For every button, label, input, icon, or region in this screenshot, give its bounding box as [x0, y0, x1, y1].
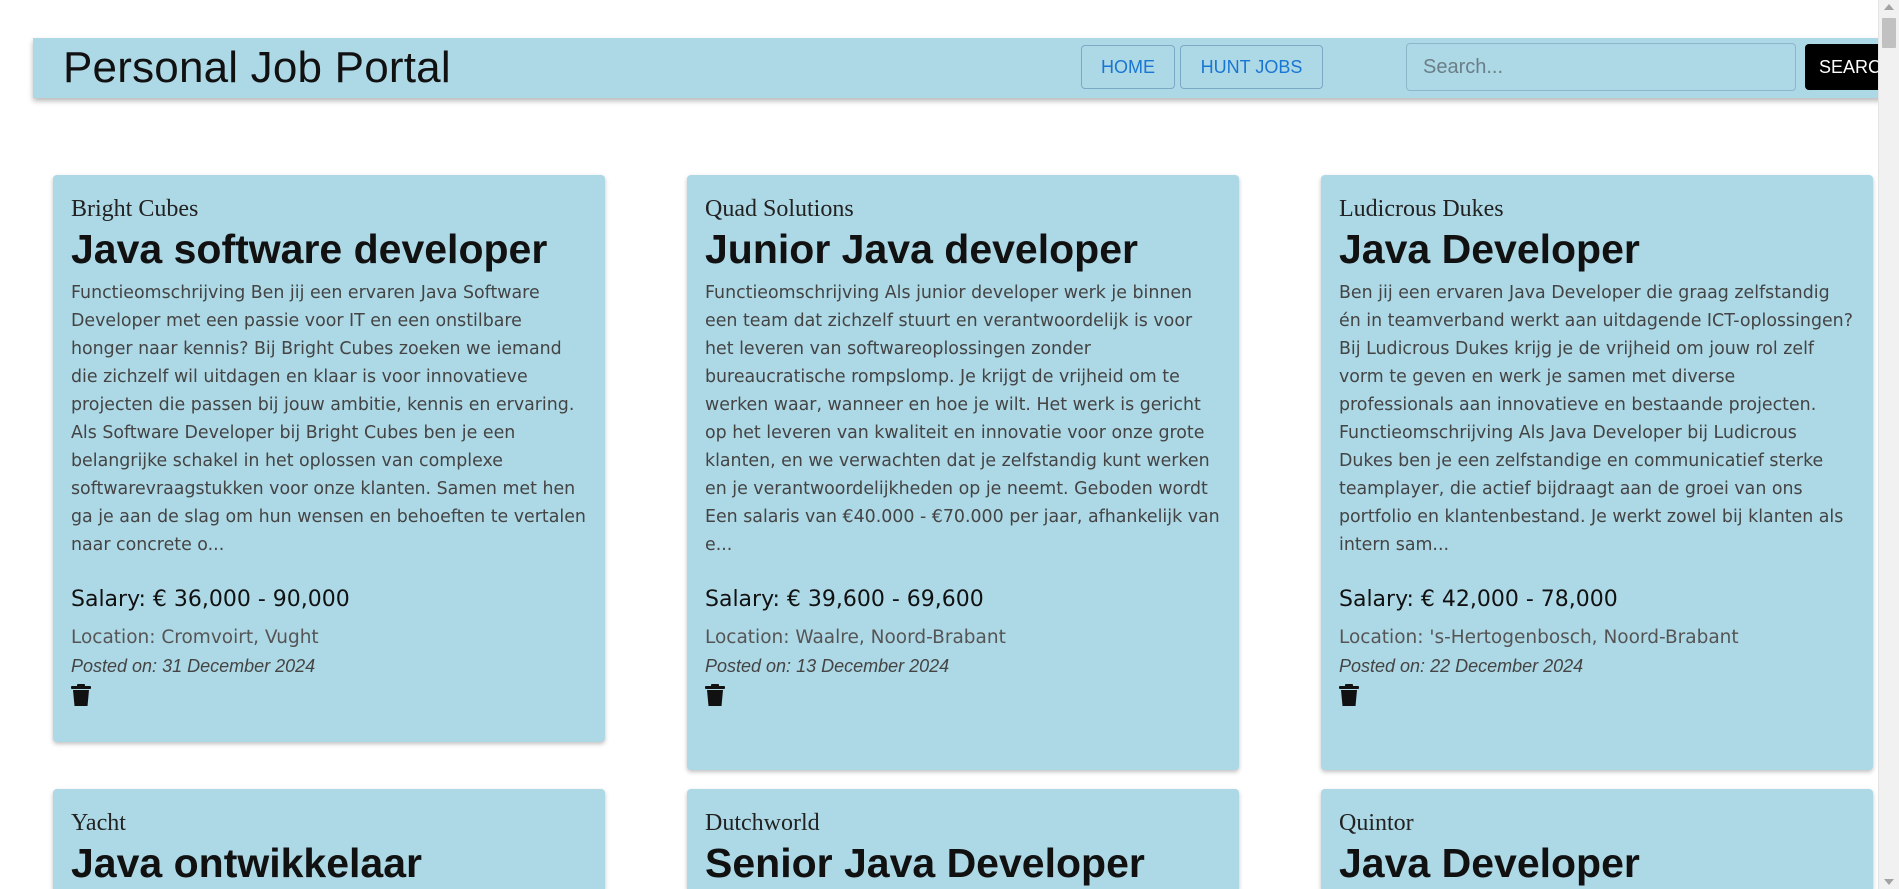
navbar: Personal Job Portal HOME HUNT JOBS Searc… — [33, 38, 1895, 98]
job-title: Senior Java Developer — [705, 840, 1145, 886]
job-salary: Salary: € 42,000 - 78,000 — [1339, 587, 1618, 612]
job-description: Ben jij een ervaren Java Developer die g… — [1339, 283, 1853, 555]
job-title: Java Developer — [1339, 226, 1640, 272]
trash-icon[interactable] — [71, 683, 91, 707]
company-name: Quad Solutions — [705, 196, 854, 222]
scrollbar-thumb[interactable] — [1882, 18, 1896, 48]
company-name: Quintor — [1339, 810, 1414, 836]
job-location: Location: Cromvoirt, Vught — [71, 627, 319, 648]
job-card: Yacht Java ontwikkelaar — [53, 789, 605, 889]
company-name: Ludicrous Dukes — [1339, 196, 1504, 222]
job-card: Bright Cubes Java software developer Fun… — [53, 175, 605, 742]
scroll-down-arrow-icon[interactable] — [1884, 879, 1894, 885]
job-description: Functieomschrijving Als junior developer… — [705, 283, 1220, 555]
company-name: Yacht — [71, 810, 126, 836]
company-name: Bright Cubes — [71, 196, 199, 222]
job-location: Location: Waalre, Noord-Brabant — [705, 627, 1006, 648]
job-salary: Salary: € 39,600 - 69,600 — [705, 587, 984, 612]
nav-hunt-jobs-button[interactable]: HUNT JOBS — [1180, 45, 1323, 89]
trash-icon[interactable] — [1339, 683, 1359, 707]
job-posted-date: Posted on: 31 December 2024 — [71, 656, 316, 676]
scroll-up-arrow-icon[interactable] — [1884, 4, 1894, 10]
job-card: Quintor Java Developer — [1321, 789, 1873, 889]
job-salary: Salary: € 36,000 - 90,000 — [71, 587, 350, 612]
job-card: Dutchworld Senior Java Developer — [687, 789, 1239, 889]
job-description: Functieomschrijving Ben jij een ervaren … — [71, 283, 586, 555]
job-posted-date: Posted on: 13 December 2024 — [705, 656, 950, 676]
job-card: Ludicrous Dukes Java Developer Ben jij e… — [1321, 175, 1873, 770]
brand-title[interactable]: Personal Job Portal — [63, 42, 451, 94]
job-title: Java ontwikkelaar — [71, 840, 422, 886]
job-title: Java Developer — [1339, 840, 1640, 886]
trash-icon[interactable] — [705, 683, 725, 707]
page-scrollbar[interactable] — [1878, 0, 1899, 889]
search-input[interactable] — [1406, 43, 1796, 91]
job-title: Junior Java developer — [705, 226, 1138, 272]
company-name: Dutchworld — [705, 810, 820, 836]
job-card: Quad Solutions Junior Java developer Fun… — [687, 175, 1239, 770]
job-posted-date: Posted on: 22 December 2024 — [1339, 656, 1584, 676]
nav-home-button[interactable]: HOME — [1081, 45, 1175, 89]
job-title: Java software developer — [71, 226, 548, 272]
job-location: Location: 's-Hertogenbosch, Noord-Braban… — [1339, 627, 1739, 648]
